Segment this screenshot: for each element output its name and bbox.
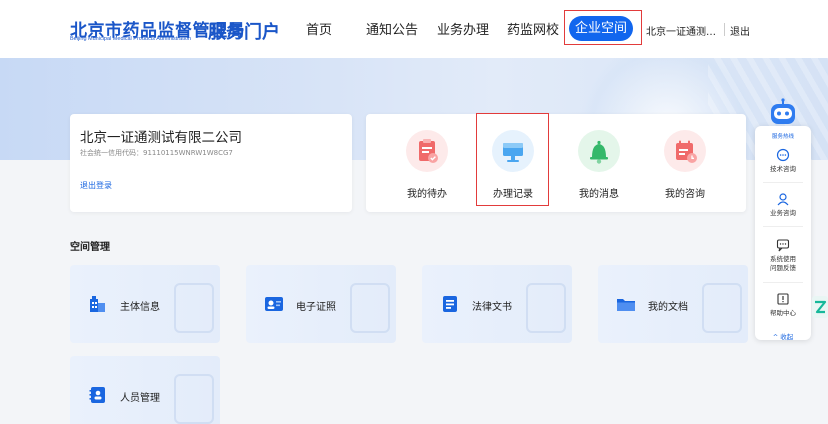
- calendar-consult-icon: [664, 130, 706, 172]
- quick-actions-card: 我的待办 办理记录 我的消息 我的咨询: [366, 114, 746, 212]
- user-service-icon: [777, 193, 789, 206]
- sidebar-item-label: 技术咨询: [770, 165, 796, 173]
- quick-action-todo[interactable]: 我的待办: [392, 130, 462, 210]
- chat-bubble-icon: [776, 148, 790, 162]
- building-icon: [88, 294, 108, 314]
- nav-home[interactable]: 首页: [306, 19, 332, 38]
- tile-label: 电子证照: [296, 302, 336, 313]
- quick-action-label: 我的待办: [407, 189, 447, 200]
- quick-action-messages[interactable]: 我的消息: [564, 130, 634, 210]
- tile-decoration: [350, 283, 390, 333]
- company-card: 北京一证通测试有限二公司 社会统一信用代码：91110115WNRW1W8CG7…: [70, 114, 352, 212]
- id-card-icon: [264, 294, 284, 314]
- tile-label: 人员管理: [120, 393, 160, 404]
- nav-notices[interactable]: 通知公告: [366, 19, 418, 38]
- tile-legal-docs[interactable]: 法律文书: [422, 265, 572, 343]
- sidebar-title: 服务热线: [771, 134, 794, 140]
- tile-decoration: [526, 283, 566, 333]
- contacts-book-icon: [88, 385, 108, 405]
- tile-decoration: [702, 283, 742, 333]
- tile-entity-info[interactable]: 主体信息: [70, 265, 220, 343]
- header-logout-link[interactable]: 退出: [730, 23, 750, 38]
- sidebar-item-label: 帮助中心: [770, 309, 796, 317]
- company-credit-code: 社会统一信用代码：91110115WNRW1W8CG7: [80, 149, 233, 157]
- sidebar-item-help-center[interactable]: 帮助中心: [755, 292, 811, 318]
- tile-my-documents[interactable]: 我的文档: [598, 265, 748, 343]
- tile-e-license[interactable]: 电子证照: [246, 265, 396, 343]
- sidebar-divider: [763, 282, 803, 283]
- sidebar-item-label: 业务咨询: [770, 209, 796, 217]
- page: 北京市药品监督管理局 Beijing Municipal Medical Pro…: [0, 0, 828, 424]
- tile-personnel[interactable]: 人员管理: [70, 356, 220, 424]
- portal-title: 服务门户: [208, 22, 280, 43]
- nav-business[interactable]: 业务办理: [437, 19, 489, 38]
- sidebar-item-feedback[interactable]: 系统使用 问题反馈: [755, 238, 811, 273]
- tile-label: 我的文档: [648, 302, 688, 313]
- robot-assistant-icon[interactable]: [768, 98, 798, 128]
- feedback-icon: [776, 239, 790, 252]
- sidebar-item-tech-consult[interactable]: 技术咨询: [755, 148, 811, 174]
- top-header: 北京市药品监督管理局 Beijing Municipal Medical Pro…: [0, 0, 828, 58]
- bell-icon: [578, 130, 620, 172]
- sidebar-item-label: 系统使用 问题反馈: [770, 255, 796, 272]
- document-list-icon: [440, 294, 460, 314]
- quick-action-label: 我的咨询: [665, 189, 705, 200]
- user-name-link[interactable]: 北京一证通测试...: [646, 23, 720, 38]
- sidebar-divider: [763, 182, 803, 183]
- tile-label: 主体信息: [120, 302, 160, 313]
- help-book-icon: [777, 293, 789, 305]
- section-title: 空间管理: [70, 242, 110, 253]
- tile-decoration: [174, 374, 214, 424]
- quick-action-label: 我的消息: [579, 189, 619, 200]
- sidebar-divider: [763, 226, 803, 227]
- nav-school[interactable]: 药监网校: [507, 19, 559, 38]
- service-sidebar: 服务热线 技术咨询 业务咨询 系统使用 问题反馈 帮助中心 ^ 收起: [755, 126, 811, 341]
- todo-clipboard-icon: [406, 130, 448, 172]
- quick-action-consult[interactable]: 我的咨询: [650, 130, 720, 210]
- nav-divider: [724, 23, 725, 36]
- tile-decoration: [174, 283, 214, 333]
- company-name: 北京一证通测试有限二公司: [80, 130, 242, 146]
- tile-label: 法律文书: [472, 302, 512, 313]
- company-logout-link[interactable]: 退出登录: [80, 180, 112, 191]
- folder-icon: [616, 294, 636, 314]
- logo-subtitle: Beijing Municipal Medical Products Admin…: [70, 36, 192, 42]
- floating-app-icon[interactable]: [812, 296, 828, 318]
- quick-action-highlight-frame: [476, 113, 549, 206]
- sidebar-collapse-button[interactable]: ^ 收起: [755, 331, 811, 341]
- nav-enterprise-space[interactable]: 企业空间: [569, 16, 633, 41]
- sidebar-item-business-consult[interactable]: 业务咨询: [755, 192, 811, 218]
